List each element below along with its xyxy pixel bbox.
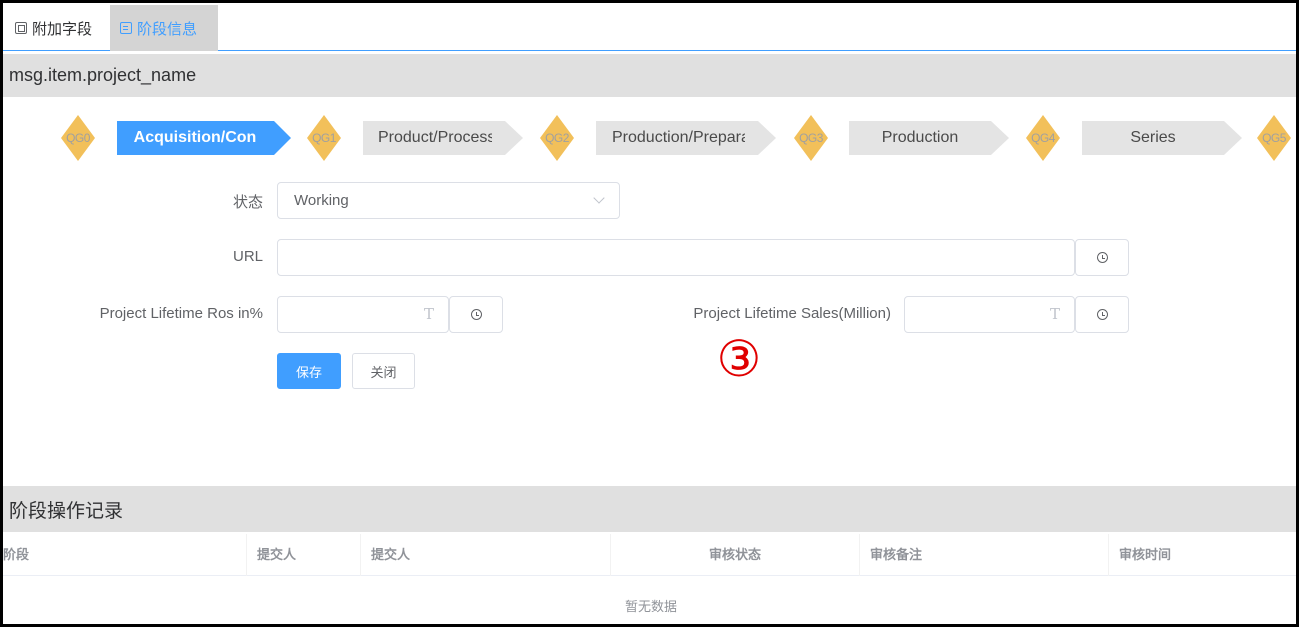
url-label: URL: [232, 248, 263, 265]
clock-icon: [470, 309, 482, 320]
chevron-down-icon: [593, 192, 605, 204]
gate-qg1[interactable]: QG1: [307, 115, 341, 161]
sales-label: Project Lifetime Sales(Million): [693, 305, 891, 322]
clock-icon: [1096, 309, 1108, 320]
tab-stage-info[interactable]: 阶段信息: [110, 5, 218, 51]
sales-history-button[interactable]: [1075, 296, 1129, 333]
gate-qg3[interactable]: QG3: [794, 115, 828, 161]
table-header: 阶段 提交人 提交人 审核状态 审核备注 审核时间: [3, 534, 1296, 576]
ros-label: Project Lifetime Ros in%: [99, 305, 263, 322]
close-button[interactable]: 关闭: [352, 353, 415, 389]
gate-qg2[interactable]: QG2: [540, 115, 574, 161]
column-header[interactable]: 审核状态: [611, 534, 860, 576]
step-production[interactable]: Production: [849, 121, 1009, 155]
tab-label: 附加字段: [32, 20, 93, 38]
step-product-process[interactable]: Product/Process: [363, 121, 523, 155]
tab-bar: 附加字段 阶段信息: [3, 3, 1296, 51]
gate-qg0[interactable]: QG0: [61, 115, 95, 161]
stage-log-header: 阶段操作记录: [3, 486, 1296, 532]
text-type-icon: T: [423, 305, 434, 323]
step-production-preparation[interactable]: Production/Prepara: [596, 121, 776, 155]
project-name: msg.item.project_name: [9, 65, 197, 85]
column-header[interactable]: 审核时间: [1109, 534, 1296, 576]
annotation-number: ③: [716, 330, 762, 388]
window-frame: 附加字段 阶段信息 msg.item.project_name QG0 QG1 …: [0, 0, 1299, 627]
ros-history-button[interactable]: [449, 296, 503, 333]
status-value: Working: [294, 192, 349, 209]
tab-label: 阶段信息: [137, 20, 198, 38]
cpu-icon: [15, 22, 27, 34]
empty-table-message: 暂无数据: [624, 599, 677, 614]
status-label: 状态: [232, 194, 263, 211]
sales-input[interactable]: T: [904, 296, 1075, 333]
url-input[interactable]: [277, 239, 1075, 276]
gate-qg5[interactable]: QG5: [1257, 115, 1291, 161]
stage-log-title: 阶段操作记录: [9, 500, 124, 522]
column-header[interactable]: 阶段: [3, 534, 247, 576]
column-header[interactable]: 提交人: [361, 534, 611, 576]
text-type-icon: T: [1049, 305, 1060, 323]
tab-extra-fields[interactable]: 附加字段: [5, 5, 102, 51]
project-name-header: msg.item.project_name: [3, 54, 1296, 97]
save-button[interactable]: 保存: [277, 353, 341, 389]
step-series[interactable]: Series: [1082, 121, 1242, 155]
column-header[interactable]: 审核备注: [860, 534, 1109, 576]
column-header[interactable]: 提交人: [247, 534, 361, 576]
step-acquisition[interactable]: Acquisition/Con: [117, 121, 291, 155]
ros-input[interactable]: T: [277, 296, 449, 333]
clock-icon: [1096, 252, 1108, 263]
url-history-button[interactable]: [1075, 239, 1129, 276]
document-icon: [120, 22, 132, 34]
status-select[interactable]: Working: [277, 182, 620, 219]
gate-qg4[interactable]: QG4: [1026, 115, 1060, 161]
